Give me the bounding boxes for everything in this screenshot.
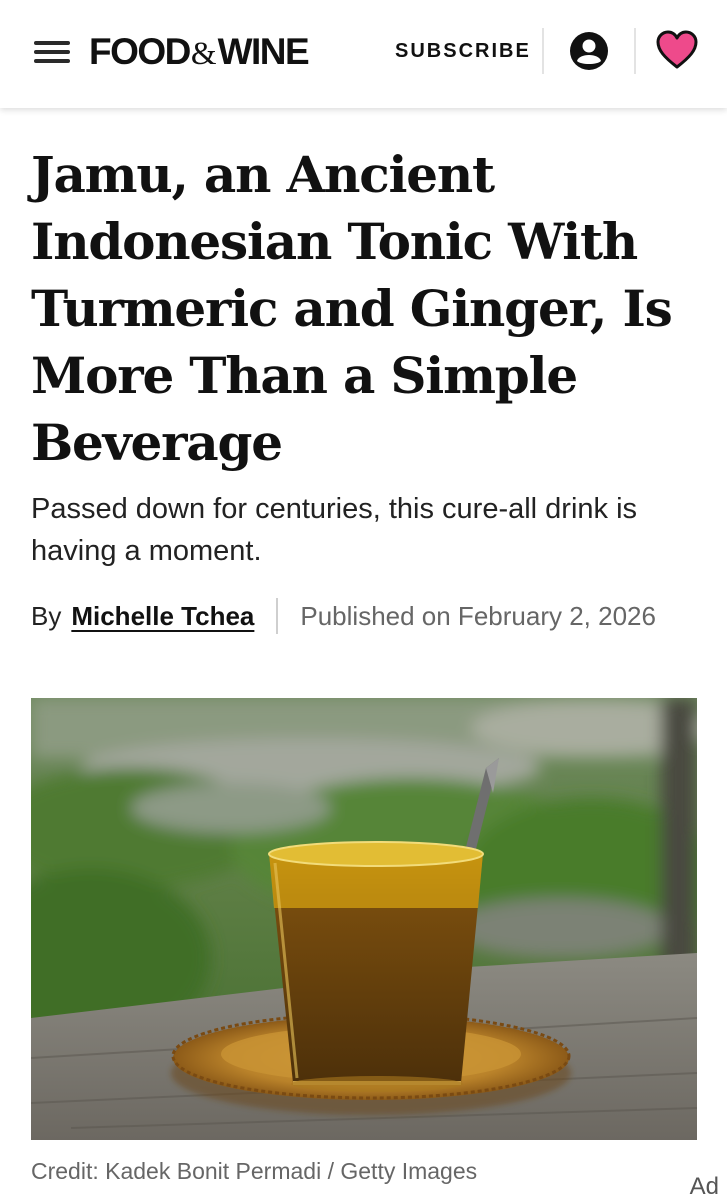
byline-divider	[276, 598, 279, 634]
hamburger-menu-icon[interactable]	[34, 38, 72, 66]
site-logo[interactable]: FOOD&WINE	[89, 30, 310, 76]
publish-date: Published on February 2, 2026	[300, 601, 656, 631]
ad-label: Ad	[689, 1173, 719, 1200]
logo-wine-text: WINE	[217, 31, 310, 72]
header-divider	[542, 28, 544, 74]
subscribe-button[interactable]: SUBSCRIBE	[395, 38, 531, 64]
byline-prefix: By	[31, 601, 62, 631]
article-subtitle: Passed down for centuries, this cure-all…	[31, 493, 638, 567]
hero-image	[31, 698, 697, 1140]
article-title: Jamu, an Ancient Indonesian Tonic With T…	[31, 145, 673, 472]
heart-icon[interactable]	[656, 30, 698, 70]
byline: By Michelle Tchea Published on February …	[31, 596, 656, 636]
image-credit: Credit: Kadek Bonit Permadi / Getty Imag…	[31, 1158, 478, 1184]
site-header: FOOD&WINE SUBSCRIBE	[0, 0, 727, 108]
user-account-icon[interactable]	[569, 31, 609, 71]
logo-food-text: FOOD	[89, 31, 191, 72]
header-divider	[634, 28, 636, 74]
logo-ampersand: &	[190, 36, 217, 72]
author-link[interactable]: Michelle Tchea	[71, 597, 254, 635]
